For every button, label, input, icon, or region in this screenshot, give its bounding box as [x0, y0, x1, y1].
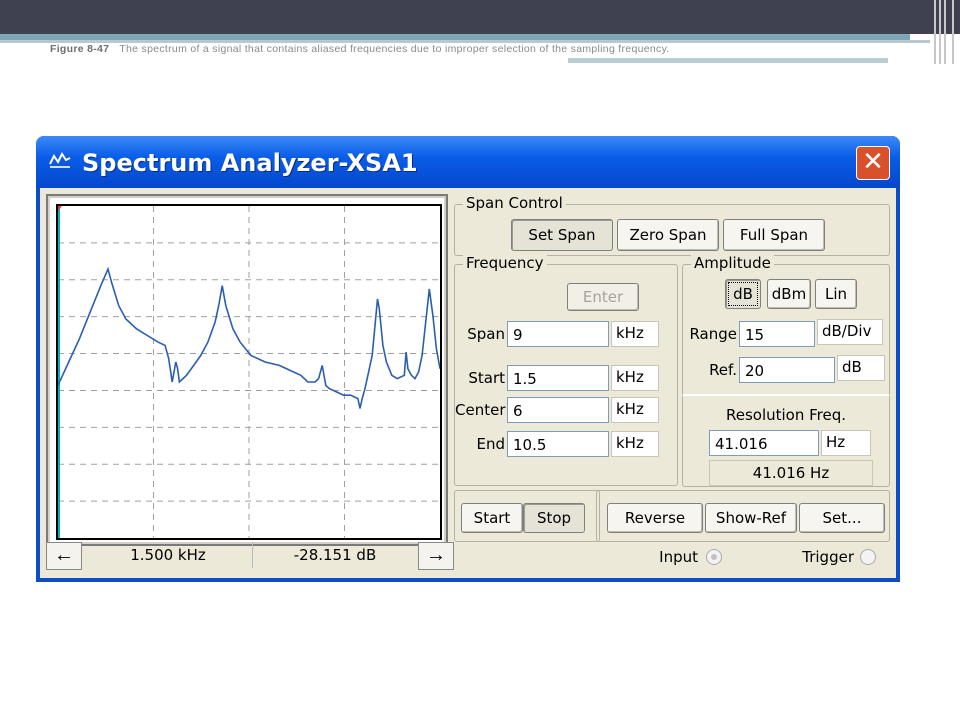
span-unit: kHz [611, 321, 659, 347]
spectrum-plot[interactable] [56, 204, 442, 540]
center-label: Center [455, 401, 506, 419]
start-frequency-input[interactable]: 1.5 [507, 365, 609, 391]
range-unit: dB/Div [817, 319, 883, 345]
stop-button[interactable]: Stop [523, 503, 585, 533]
set-button[interactable]: Set... [799, 503, 885, 533]
center-unit: kHz [611, 397, 659, 423]
trigger-label: Trigger [802, 548, 854, 566]
slide-corner-lines [930, 0, 960, 64]
span-input[interactable]: 9 [507, 321, 609, 347]
figure-label: Figure 8-47 [50, 43, 110, 55]
input-label: Input [659, 548, 698, 566]
ref-label: Ref. [709, 361, 737, 379]
reverse-button[interactable]: Reverse [607, 503, 703, 533]
caption-rule [568, 58, 888, 63]
end-label: End [476, 435, 505, 453]
slide-header-bar [0, 0, 960, 34]
trigger-radio[interactable] [860, 549, 876, 565]
cursor-level-readout: -28.151 dB [252, 542, 417, 568]
amplitude-group: Amplitude dB dBm Lin Range 15 dB/Div Ref… [682, 254, 890, 396]
amplitude-label: Amplitude [691, 254, 774, 272]
frequency-group: Frequency Enter Span 9 kHz Start 1.5 kHz… [454, 254, 678, 486]
cursor-readout-bar: ← 1.500 kHz -28.151 dB → [46, 540, 454, 570]
span-label: Span [467, 325, 505, 343]
spectrum-trace-svg [58, 206, 440, 538]
resolution-unit: Hz [821, 430, 871, 456]
ref-unit: dB [837, 355, 885, 381]
end-frequency-input[interactable]: 10.5 [507, 431, 609, 457]
range-label: Range [689, 325, 737, 343]
span-control-label: Span Control [463, 194, 566, 212]
db-button[interactable]: dB [725, 279, 761, 309]
start-button[interactable]: Start [461, 503, 523, 533]
span-control-group: Span Control Set Span Zero Span Full Spa… [454, 194, 890, 256]
window-client-area: ← 1.500 kHz -28.151 dB → Span Control Se… [40, 188, 896, 578]
figure-caption-text: The spectrum of a signal that contains a… [119, 43, 670, 55]
spectrum-analyzer-window: Spectrum Analyzer-XSA1 ✕ ← 1.500 kHz -28… [36, 136, 900, 582]
frequency-label: Frequency [463, 254, 547, 272]
resolution-group: Resolution Freq. 41.016 Hz 41.016 Hz [682, 394, 890, 487]
start-label: Start [468, 369, 505, 387]
display-control-group: Reverse Show-Ref Set... [596, 490, 890, 542]
end-unit: kHz [611, 431, 659, 457]
figure-caption: Figure 8-47 The spectrum of a signal that… [50, 43, 670, 55]
cursor-right-arrow-icon[interactable]: → [418, 542, 454, 570]
lin-button[interactable]: Lin [815, 279, 857, 309]
enter-button[interactable]: Enter [567, 283, 639, 311]
title-bar[interactable]: Spectrum Analyzer-XSA1 ✕ [36, 136, 900, 188]
cursor-marker-icon[interactable] [58, 206, 66, 210]
window-title: Spectrum Analyzer-XSA1 [82, 149, 418, 177]
resolution-label: Resolution Freq. [725, 406, 847, 424]
input-radio[interactable] [706, 549, 722, 565]
resolution-readout: 41.016 Hz [709, 460, 873, 486]
ref-input[interactable]: 20 [739, 357, 835, 383]
close-button[interactable]: ✕ [856, 146, 890, 180]
full-span-button[interactable]: Full Span [723, 219, 825, 251]
analyzer-app-icon [49, 152, 71, 168]
cursor-left-arrow-icon[interactable]: ← [46, 542, 82, 570]
start-unit: kHz [611, 365, 659, 391]
dbm-button[interactable]: dBm [767, 279, 811, 309]
resolution-input[interactable]: 41.016 [709, 430, 819, 456]
show-ref-button[interactable]: Show-Ref [705, 503, 797, 533]
zero-span-button[interactable]: Zero Span [617, 219, 719, 251]
cursor-frequency-readout: 1.500 kHz [130, 546, 206, 564]
range-input[interactable]: 15 [739, 321, 815, 347]
run-control-group: Start Stop [454, 490, 600, 542]
set-span-button[interactable]: Set Span [511, 219, 613, 251]
center-frequency-input[interactable]: 6 [507, 397, 609, 423]
spectrum-display [46, 194, 448, 546]
